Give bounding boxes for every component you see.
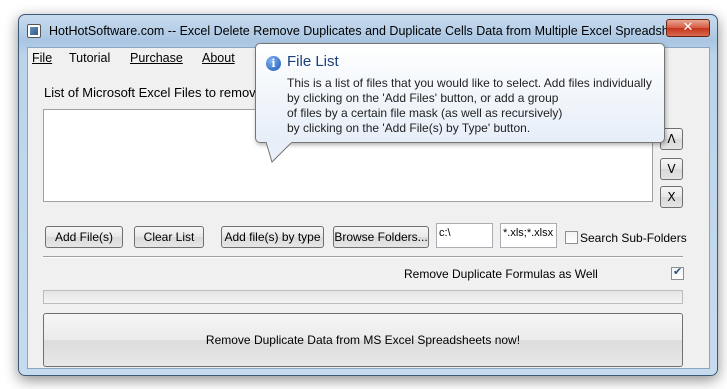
tooltip-line: by clicking on the 'Add Files' button, o…	[287, 91, 559, 105]
remove-formulas-label: Remove Duplicate Formulas as Well	[404, 267, 598, 281]
menu-tutorial[interactable]: Tutorial	[69, 51, 110, 65]
move-down-button[interactable]: V	[660, 158, 683, 180]
menu-about[interactable]: About	[202, 51, 235, 65]
menu-tutorial-label: Tutorial	[69, 51, 111, 65]
menu-file[interactable]: File	[32, 51, 52, 65]
tooltip-line: by clicking on the 'Add File(s) by Type'…	[287, 121, 531, 135]
file-mask-input[interactable]: *.xls;*.xlsx	[500, 223, 557, 248]
tooltip-line: of files by a certain file mask (as well…	[287, 106, 563, 120]
file-list-label: List of Microsoft Excel Files to remov	[44, 85, 256, 100]
remove-formulas-checkbox[interactable]	[671, 265, 684, 280]
window-title: HotHotSoftware.com -- Excel Delete Remov…	[49, 24, 671, 38]
tooltip-title: File List	[287, 53, 339, 70]
run-remove-duplicates-button[interactable]: Remove Duplicate Data from MS Excel Spre…	[43, 313, 683, 367]
search-subfolders-checkbox[interactable]	[565, 231, 578, 244]
menu-purchase[interactable]: Purchase	[130, 51, 183, 65]
clear-list-button[interactable]: Clear List	[134, 226, 204, 248]
search-subfolders-label: Search Sub-Folders	[580, 231, 687, 245]
divider	[43, 256, 683, 258]
add-by-type-button[interactable]: Add file(s) by type	[221, 226, 324, 248]
tooltip-line: This is a list of files that you would l…	[287, 76, 652, 90]
add-files-button[interactable]: Add File(s)	[45, 226, 123, 248]
file-list-tooltip: i File List This is a list of files that…	[255, 43, 665, 143]
close-button[interactable]: ✕	[666, 19, 710, 37]
app-icon	[27, 24, 41, 38]
browse-folders-button[interactable]: Browse Folders...	[333, 226, 429, 248]
menu-about-label: About	[202, 51, 235, 65]
tooltip-body: This is a list of files that you would l…	[287, 76, 662, 136]
remove-file-button[interactable]: X	[660, 186, 683, 208]
info-icon: i	[266, 56, 281, 71]
menu-file-label: File	[32, 51, 53, 65]
progress-bar	[43, 290, 683, 304]
folder-path-input[interactable]: c:\	[436, 223, 493, 248]
menu-purchase-label: Purchase	[130, 51, 183, 65]
